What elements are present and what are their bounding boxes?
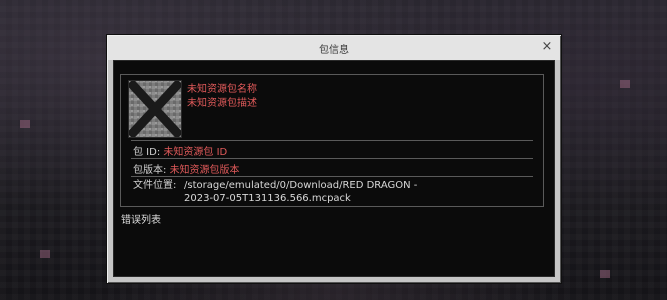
divider (131, 176, 533, 177)
file-location-label: 文件位置: (133, 180, 177, 191)
pack-name: 未知资源包名称 (187, 84, 257, 95)
pack-info-dialog: 包信息 × 未知资源包名称 未知资源包描述 包 ID: 未知资源包 ID 包版本… (106, 34, 562, 284)
petal-decoration (600, 270, 610, 278)
pack-version-label: 包版本: (133, 165, 167, 176)
petal-decoration (20, 120, 30, 128)
pack-info-box: 未知资源包名称 未知资源包描述 包 ID: 未知资源包 ID 包版本: 未知资源… (120, 74, 544, 207)
dialog-content: 未知资源包名称 未知资源包描述 包 ID: 未知资源包 ID 包版本: 未知资源… (113, 60, 555, 277)
file-location-value: /storage/emulated/0/Download/RED DRAGON … (184, 180, 418, 204)
pack-id-label: 包 ID: (133, 147, 161, 158)
petal-decoration (40, 250, 50, 258)
error-list-label: 错误列表 (121, 215, 161, 226)
pack-description: 未知资源包描述 (187, 98, 257, 109)
pack-version-row: 包版本: 未知资源包版本 (133, 161, 240, 176)
dialog-titlebar: 包信息 × (108, 36, 560, 60)
petal-decoration (620, 80, 630, 88)
close-icon[interactable]: × (540, 39, 554, 55)
divider (131, 158, 533, 159)
divider (131, 140, 533, 141)
pack-id-row: 包 ID: 未知资源包 ID (133, 143, 227, 158)
pack-id-value: 未知资源包 ID (163, 147, 228, 158)
dialog-title: 包信息 (319, 45, 349, 56)
unknown-pack-icon (128, 80, 182, 138)
pack-version-value: 未知资源包版本 (169, 165, 240, 176)
